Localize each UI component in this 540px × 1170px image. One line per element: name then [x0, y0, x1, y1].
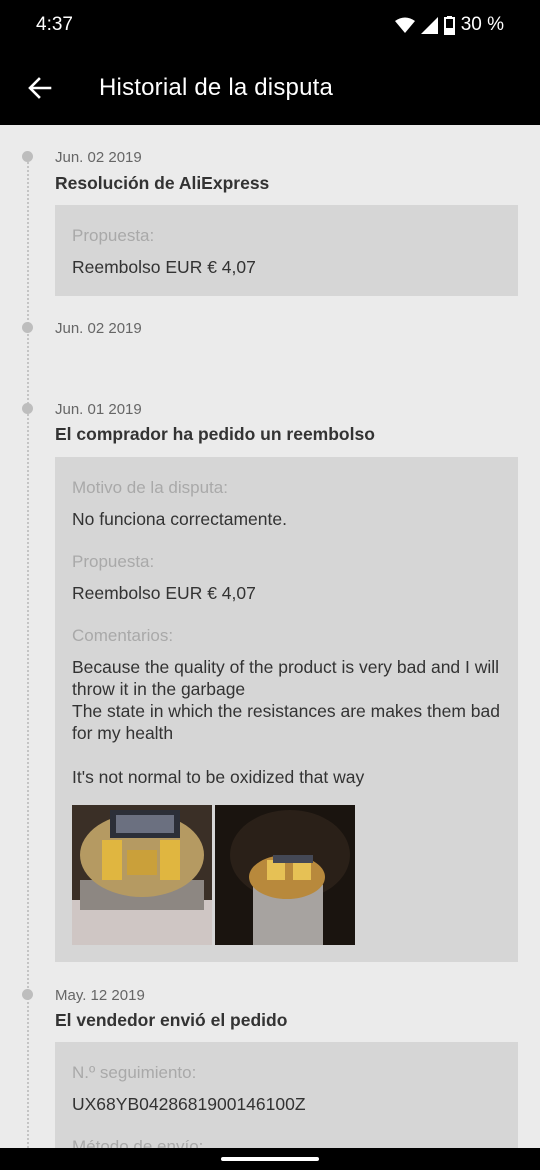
field-label: Propuesta: [72, 552, 155, 571]
status-time: 4:37 [36, 14, 73, 35]
field-label: Propuesta: [72, 226, 155, 245]
page-title: Historial de la disputa [99, 73, 334, 101]
event-date: Jun. 02 2019 [55, 320, 142, 337]
field-value: Reembolso EUR € 4,07 [72, 257, 256, 277]
dispute-history-list[interactable]: Jun. 02 2019 Resolución de AliExpress Pr… [0, 125, 540, 1148]
field-value: No funciona correctamente. [72, 509, 287, 529]
event-date: Jun. 01 2019 [55, 401, 142, 418]
field-value: Reembolso EUR € 4,07 [72, 583, 256, 603]
field-label: N.º seguimiento: [72, 1063, 197, 1082]
arrow-left-icon [28, 76, 52, 99]
field-value: UX68YB0428681900146100Z [72, 1094, 306, 1114]
attachment-photo[interactable] [72, 805, 212, 945]
event-details-card: Propuesta: Reembolso EUR € 4,07 [55, 205, 518, 296]
attachment-images [72, 805, 502, 945]
signal-icon [420, 16, 438, 34]
battery-percent: 30 % [460, 14, 504, 35]
status-bar: 4:37 30 % [0, 0, 540, 50]
back-button[interactable] [20, 68, 60, 108]
event-date: May. 12 2019 [55, 987, 145, 1004]
comments-text: Because the quality of the product is ve… [72, 657, 500, 787]
timeline-dot [22, 151, 33, 162]
event-title: El comprador ha pedido un reembolso [55, 424, 375, 444]
field-label: Comentarios: [72, 626, 174, 645]
field-label: Motivo de la disputa: [72, 478, 228, 497]
home-gesture-handle[interactable] [221, 1157, 319, 1161]
wifi-icon [394, 17, 415, 34]
event-title: El vendedor envió el pedido [55, 1010, 288, 1030]
timeline-dot [22, 322, 33, 333]
event-details-card: N.º seguimiento: UX68YB0428681900146100Z… [55, 1042, 518, 1148]
status-icons: 30 % [394, 14, 504, 36]
system-nav-bar [0, 1148, 540, 1170]
app-bar: Historial de la disputa [0, 50, 540, 125]
battery-icon [443, 15, 455, 35]
timeline-dot [22, 403, 33, 414]
event-details-card: Motivo de la disputa: No funciona correc… [55, 457, 518, 962]
field-label: Método de envío: [72, 1137, 204, 1148]
event-title: Resolución de AliExpress [55, 173, 270, 193]
timeline-dot [22, 989, 33, 1000]
event-date: Jun. 02 2019 [55, 149, 142, 166]
attachment-photo[interactable] [215, 805, 355, 945]
